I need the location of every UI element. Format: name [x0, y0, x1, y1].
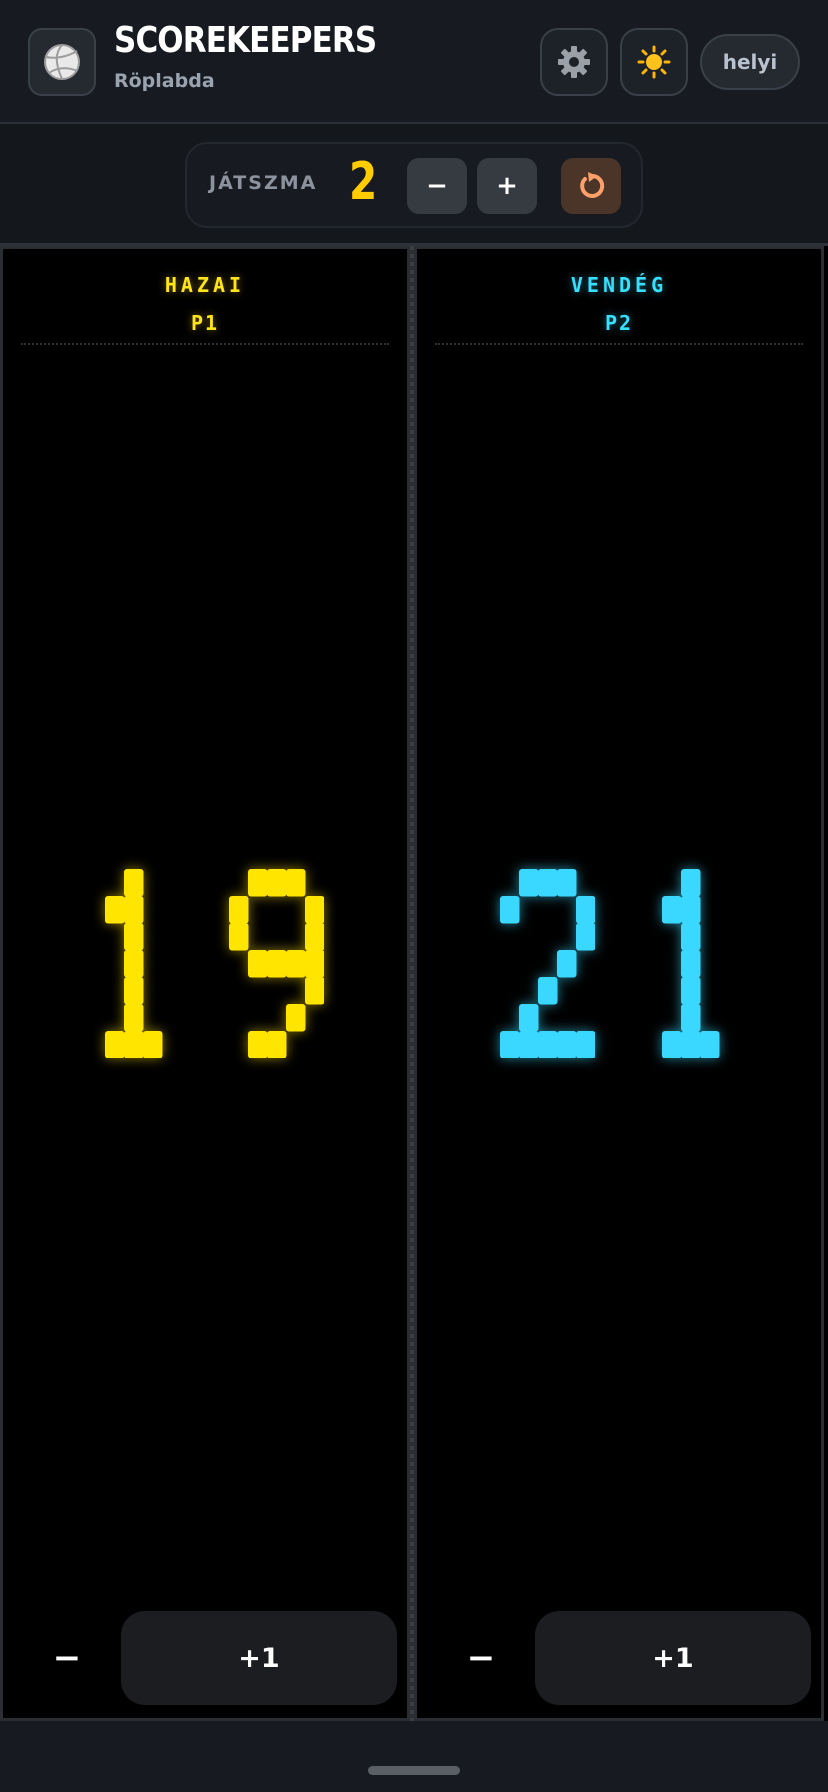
digit-pixel [286, 1004, 306, 1032]
away-score: 21 [417, 869, 821, 1058]
home-player-label: P1 [190, 311, 220, 335]
digit-pixel [124, 1004, 144, 1032]
away-team-label: VENDÉG [570, 273, 668, 297]
digit-pixel [538, 977, 558, 1005]
digit-pixel [143, 1031, 163, 1058]
volleyball-icon[interactable] [28, 28, 96, 96]
scoreboard: HAZAI P1 19 − +1 VENDÉG P2 21 − +1 [0, 246, 828, 1721]
app-title: SCOREKEEPERS [114, 20, 377, 61]
mode-toggle-button[interactable]: helyi [700, 34, 800, 90]
set-decrement-button[interactable]: − [407, 158, 467, 214]
set-value: 2 [349, 152, 378, 212]
digit-pixel [519, 1031, 539, 1058]
digit-pixel [124, 1031, 144, 1058]
digit-pixel [248, 950, 268, 978]
digit-pixel [557, 950, 577, 978]
digit-pixel [538, 869, 558, 897]
digit-pixel [576, 1031, 595, 1058]
home-decrement-button[interactable]: − [27, 1613, 107, 1703]
digit-pixel [576, 923, 595, 951]
app-header: SCOREKEEPERS Röplabda helyi [0, 0, 828, 124]
digit-pixel [248, 1031, 268, 1058]
digit-pixel [105, 896, 125, 924]
home-panel[interactable]: HAZAI P1 19 − +1 [0, 246, 410, 1721]
digit-pixel [576, 896, 595, 924]
settings-button[interactable] [540, 28, 608, 96]
away-panel[interactable]: VENDÉG P2 21 − +1 [414, 246, 824, 1721]
digit-pixel [286, 869, 306, 897]
digit-pixel [267, 869, 287, 897]
bottom-bar [0, 1721, 828, 1792]
digit-pixel [105, 1031, 125, 1058]
digit-pixel [267, 1031, 287, 1058]
away-increment-button[interactable]: +1 [535, 1611, 811, 1705]
digit-pixel [248, 869, 268, 897]
digit-pixel [124, 977, 144, 1005]
digit-pixel [681, 977, 701, 1005]
digit-pixel [500, 1031, 520, 1058]
divider-line [21, 343, 389, 345]
home-team-label: HAZAI [164, 273, 246, 297]
digit-pixel [229, 923, 249, 951]
theme-toggle-button[interactable] [620, 28, 688, 96]
gear-icon [558, 46, 590, 78]
set-label: JÁTSZMA [209, 172, 318, 194]
digit-pixel [557, 1031, 577, 1058]
digit-pixel [305, 977, 324, 1005]
set-counter: JÁTSZMA 2 − + [185, 142, 643, 228]
digit-pixel [681, 869, 701, 897]
divider-line [435, 343, 803, 345]
digit-pixel [267, 950, 287, 978]
digit-pixel [662, 896, 682, 924]
score-digit [662, 869, 720, 1058]
score-digit [229, 869, 324, 1058]
reset-icon [580, 172, 605, 198]
digit-pixel [124, 950, 144, 978]
digit-pixel [681, 1004, 701, 1032]
home-increment-button[interactable]: +1 [121, 1611, 397, 1705]
away-player-label: P2 [604, 311, 634, 335]
digit-pixel [286, 950, 306, 978]
digit-pixel [681, 923, 701, 951]
sport-subtitle: Röplabda [114, 70, 215, 92]
digit-pixel [519, 1004, 539, 1032]
digit-pixel [557, 869, 577, 897]
digit-pixel [124, 896, 144, 924]
digit-pixel [229, 896, 249, 924]
home-score: 19 [3, 869, 407, 1058]
digit-pixel [681, 1031, 701, 1058]
digit-pixel [305, 923, 324, 951]
sun-icon [637, 45, 671, 79]
digit-pixel [124, 923, 144, 951]
score-digit [500, 869, 595, 1058]
away-decrement-button[interactable]: − [441, 1613, 521, 1703]
digit-pixel [305, 896, 324, 924]
reset-button[interactable] [561, 158, 621, 214]
digit-pixel [538, 1031, 558, 1058]
home-indicator [368, 1766, 460, 1775]
digit-pixel [124, 869, 144, 897]
digit-pixel [681, 896, 701, 924]
digit-pixel [681, 950, 701, 978]
digit-pixel [662, 1031, 682, 1058]
digit-pixel [700, 1031, 720, 1058]
set-bar-area: JÁTSZMA 2 − + [0, 124, 828, 246]
digit-pixel [519, 869, 539, 897]
score-digit [105, 869, 163, 1058]
digit-pixel [305, 950, 324, 978]
set-increment-button[interactable]: + [477, 158, 537, 214]
digit-pixel [500, 896, 520, 924]
